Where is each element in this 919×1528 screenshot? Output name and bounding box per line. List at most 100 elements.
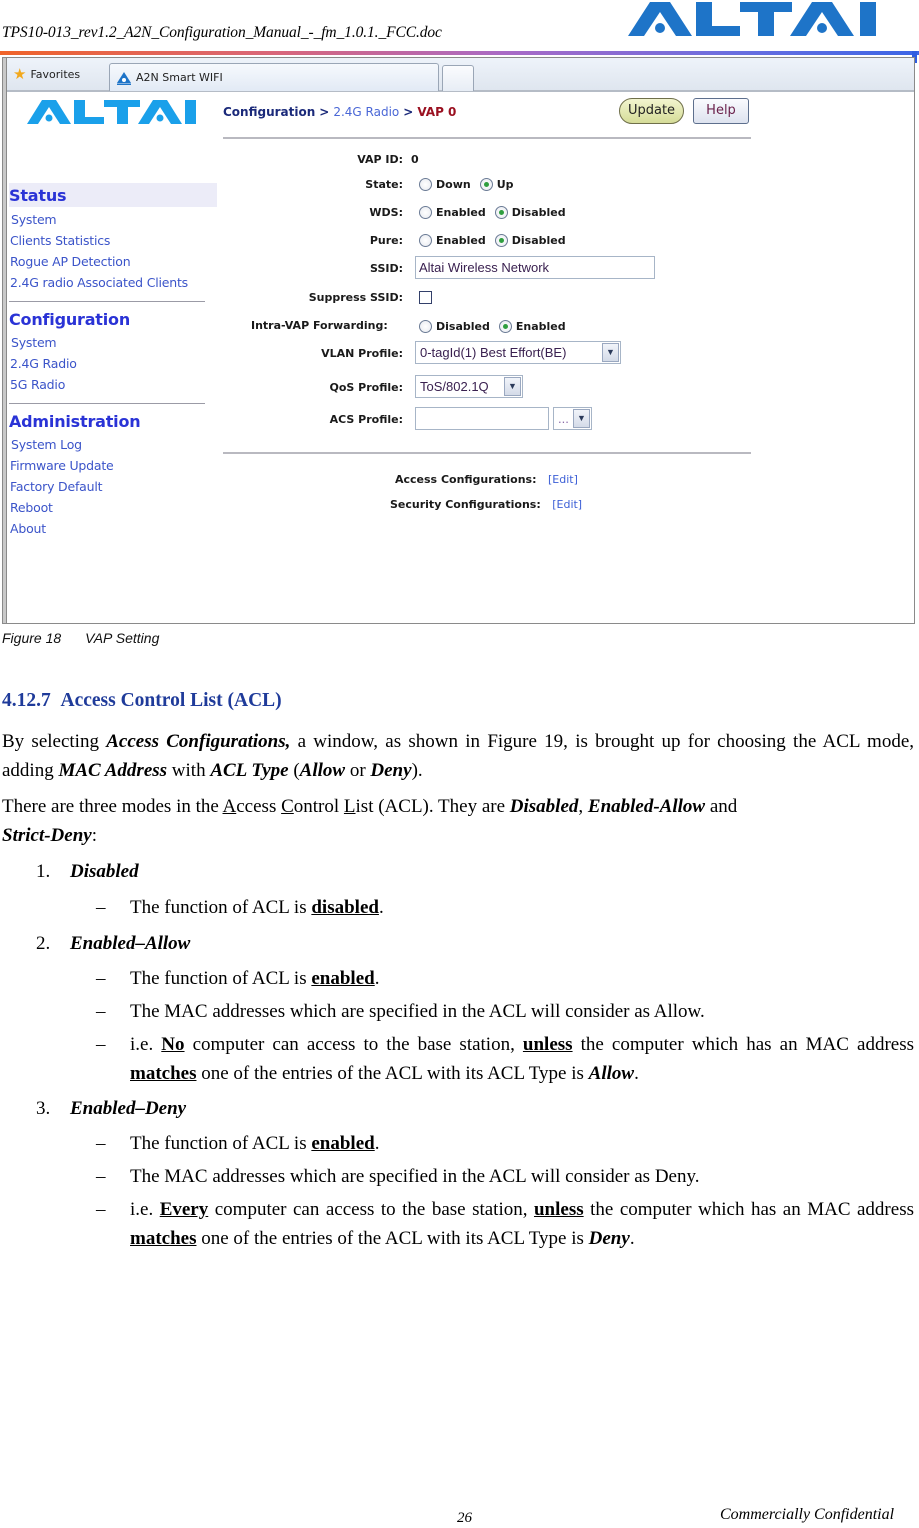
pure-enabled-radio[interactable]: [419, 234, 432, 247]
qos-profile-select[interactable]: ToS/802.1Q ▼: [415, 375, 523, 398]
header-rule: [0, 51, 919, 55]
help-button[interactable]: Help: [693, 98, 749, 124]
emphasis: Deny: [370, 760, 412, 781]
text: ontrol: [293, 796, 344, 817]
acs-profile-select-value: ...: [558, 411, 569, 426]
text: :: [91, 825, 97, 846]
update-button[interactable]: Update: [619, 98, 684, 124]
pure-radio-group: Enabled Disabled: [419, 234, 575, 247]
ssid-input[interactable]: Altai Wireless Network: [415, 256, 655, 279]
emphasis: Deny: [588, 1228, 630, 1249]
emphasis: Every: [159, 1199, 209, 1220]
text: one of the entries of the ACL with its A…: [196, 1228, 589, 1249]
figure-number: Figure 18: [2, 630, 62, 646]
pure-disabled-radio[interactable]: [494, 234, 508, 247]
sidebar-item-system-log[interactable]: System Log: [11, 437, 82, 452]
state-label: State:: [365, 178, 403, 191]
suppress-ssid-checkbox[interactable]: [419, 291, 432, 304]
breadcrumb-configuration[interactable]: Configuration: [223, 105, 315, 119]
sidebar-item-firmware-update[interactable]: Firmware Update: [10, 458, 114, 473]
text: the computer which has an MAC address: [572, 1034, 914, 1055]
sidebar-item-24g-radio[interactable]: 2.4G Radio: [10, 356, 77, 371]
new-tab-button[interactable]: [442, 65, 474, 91]
vap-config-panel: Configuration > 2.4G Radio > VAP 0 Updat…: [221, 94, 751, 619]
wds-enabled-radio[interactable]: [419, 206, 432, 219]
sidebar-item-rogue-ap-detection[interactable]: Rogue AP Detection: [10, 254, 131, 269]
sidebar-item-config-system[interactable]: System: [11, 335, 57, 350]
emphasis: enabled: [311, 968, 375, 989]
list-item: – The function of ACL is enabled.: [96, 964, 914, 993]
text: .: [374, 1133, 380, 1154]
sidebar-item-status-system[interactable]: System: [11, 212, 57, 227]
state-down-label: Down: [436, 178, 471, 191]
mode-title: Disabled: [70, 861, 139, 882]
sidebar-item-associated-clients[interactable]: 2.4G radio Associated Clients: [10, 275, 188, 290]
vlan-profile-value: 0-tagId(1) Best Effort(BE): [420, 345, 567, 360]
list-item: – The MAC addresses which are specified i…: [96, 1162, 914, 1191]
sidebar-item-factory-default[interactable]: Factory Default: [10, 479, 103, 494]
text: ccess: [236, 796, 282, 817]
section-title: Access Control List (ACL): [60, 690, 282, 711]
state-up-radio[interactable]: [479, 178, 493, 191]
emphasis: Disabled: [509, 796, 579, 817]
sidebar-item-about[interactable]: About: [10, 521, 46, 536]
acs-profile-input[interactable]: [415, 407, 549, 430]
breadcrumb-current-vap: VAP 0: [417, 105, 457, 119]
security-configurations-row: Security Configurations: [Edit]: [390, 498, 582, 511]
breadcrumb-separator: >: [403, 105, 414, 119]
sidebar-altai-logo: [27, 100, 196, 124]
vlan-profile-label: VLAN Profile:: [321, 347, 403, 360]
emphasis: matches: [130, 1063, 197, 1084]
intra-vap-disabled-radio[interactable]: [419, 320, 432, 333]
emphasis: Access Configurations,: [106, 731, 291, 752]
text: The function of ACL is: [130, 1133, 312, 1154]
sidebar-item-clients-statistics[interactable]: Clients Statistics: [10, 233, 110, 248]
access-configurations-edit-link[interactable]: [Edit]: [548, 473, 578, 486]
wds-enabled-label: Enabled: [436, 206, 486, 219]
acs-profile-select[interactable]: ... ▼: [553, 407, 592, 430]
acs-profile-label: ACS Profile:: [329, 413, 403, 426]
sidebar-section-administration[interactable]: Administration: [9, 412, 141, 431]
sidebar-separator: [9, 301, 205, 302]
section-heading: 4.12.7 Access Control List (ACL): [2, 690, 282, 712]
sidebar-section-configuration[interactable]: Configuration: [9, 310, 130, 329]
text: computer can access to the base station,: [208, 1199, 534, 1220]
paragraph-acl-modes: There are three modes in the Access Cont…: [2, 792, 914, 850]
vap-id-label: VAP ID:: [357, 153, 403, 166]
text: ist (ACL). They are: [355, 796, 510, 817]
intra-vap-enabled-radio[interactable]: [498, 320, 512, 333]
qos-profile-value: ToS/802.1Q: [420, 379, 489, 394]
sidebar-section-status[interactable]: Status: [9, 186, 67, 205]
text: L: [343, 796, 356, 817]
text: C: [281, 796, 294, 817]
breadcrumb-24g-radio[interactable]: 2.4G Radio: [333, 105, 399, 119]
state-up-label: Up: [496, 178, 514, 191]
pure-label: Pure:: [369, 234, 403, 247]
altai-logo: [628, 2, 876, 36]
text: the computer which has an MAC address: [583, 1199, 914, 1220]
sidebar-item-5g-radio[interactable]: 5G Radio: [10, 377, 65, 392]
security-configurations-edit-link[interactable]: [Edit]: [552, 498, 582, 511]
favorites-button[interactable]: ★ Favorites: [13, 67, 80, 82]
breadcrumb: Configuration > 2.4G Radio > VAP 0: [223, 105, 456, 119]
wds-radio-group: Enabled Disabled: [419, 206, 575, 219]
state-radio-group: Down Up: [419, 178, 523, 191]
sidebar-item-reboot[interactable]: Reboot: [10, 500, 53, 515]
text: .: [629, 1228, 635, 1249]
chevron-down-icon: ▼: [504, 377, 521, 396]
emphasis: Strict-Deny: [2, 825, 92, 846]
content-separator: [223, 452, 751, 454]
text: with: [167, 760, 211, 781]
wds-disabled-radio[interactable]: [494, 206, 508, 219]
suppress-ssid-label: Suppress SSID:: [308, 291, 403, 304]
intra-vap-enabled-label: Enabled: [515, 320, 566, 333]
browser-tab[interactable]: A2N Smart WIFI: [109, 63, 439, 91]
text: i.e.: [130, 1199, 160, 1220]
list-item: – i.e. Every computer can access to the b…: [96, 1195, 914, 1253]
text: A: [222, 796, 237, 817]
list-number: 3.: [36, 1098, 51, 1119]
state-down-radio[interactable]: [419, 178, 432, 191]
text: one of the entries of the ACL with its A…: [196, 1063, 589, 1084]
text: (: [288, 760, 300, 781]
vlan-profile-select[interactable]: 0-tagId(1) Best Effort(BE) ▼: [415, 341, 621, 364]
